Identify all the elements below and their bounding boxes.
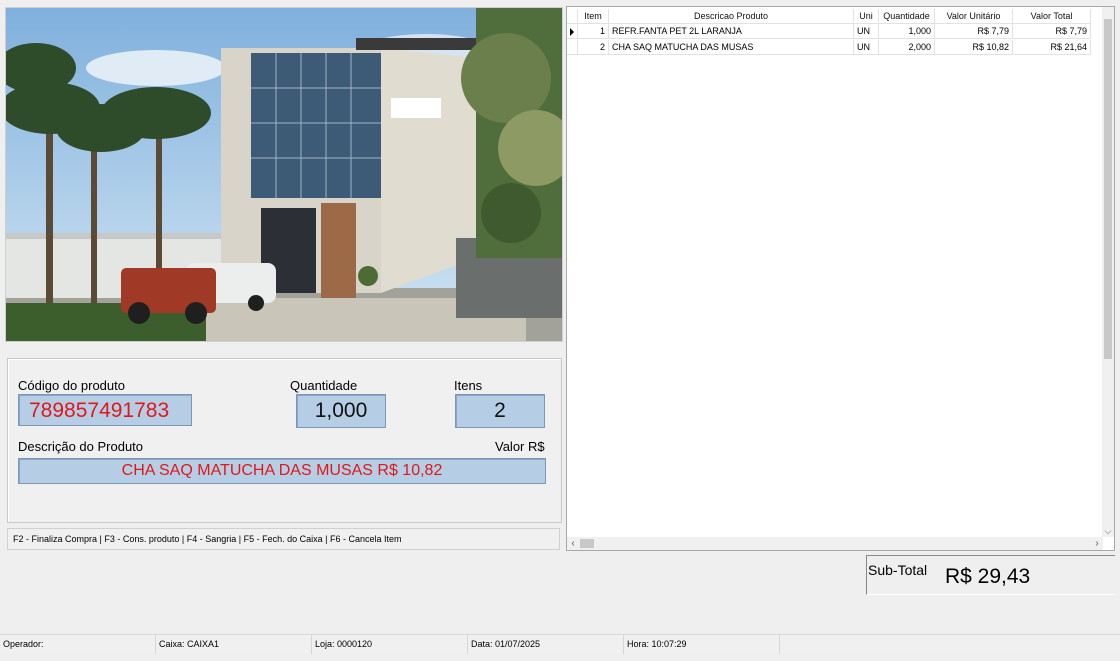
product-code-field[interactable]: 789857491783: [18, 394, 192, 426]
quantity-field[interactable]: 1,000: [296, 394, 386, 428]
row-unit-price: R$ 10,82: [935, 40, 1013, 55]
row-item: 1: [578, 24, 609, 39]
row-indicator: [567, 40, 578, 55]
status-date: Data: 01/07/2025: [468, 635, 624, 654]
status-operator: Operador:: [0, 635, 156, 654]
status-register: Caixa: CAIXA1: [156, 635, 312, 654]
scroll-left-icon[interactable]: ‹: [567, 537, 579, 550]
row-description: CHA SAQ MATUCHA DAS MUSAS: [609, 40, 854, 55]
shortcut-hints: F2 - Finaliza Compra | F3 - Cons. produt…: [7, 528, 560, 550]
row-indicator: [567, 24, 578, 39]
header-item[interactable]: Item: [578, 9, 609, 24]
product-description-label: Descrição do Produto: [18, 439, 144, 454]
pos-window: Código do produto Quantidade Itens 78985…: [0, 0, 1120, 661]
row-total: R$ 21,64: [1013, 40, 1091, 55]
scroll-down-icon[interactable]: ⌵: [1102, 525, 1114, 537]
header-total[interactable]: Valor Total: [1013, 9, 1091, 24]
row-unit-price: R$ 7,79: [935, 24, 1013, 39]
subtotal-label: Sub-Total: [868, 562, 928, 578]
header-quantity[interactable]: Quantidade: [879, 9, 935, 24]
horizontal-scrollbar[interactable]: ‹ ›: [567, 537, 1103, 550]
status-store: Loja: 0000120: [312, 635, 468, 654]
row-quantity: 1,000: [879, 24, 935, 39]
header-description[interactable]: Descricao Produto: [609, 9, 854, 24]
row-unit: UN: [854, 40, 879, 55]
quantity-label: Quantidade: [290, 378, 358, 393]
status-bar: Operador: Caixa: CAIXA1 Loja: 0000120 Da…: [0, 634, 1120, 654]
horizontal-scroll-thumb[interactable]: [580, 539, 594, 548]
subtotal-value: R$ 29,43: [945, 565, 1031, 588]
current-row-arrow-icon: [570, 28, 574, 36]
product-description-field: CHA SAQ MATUCHA DAS MUSAS R$ 10,82: [18, 458, 546, 484]
table-row[interactable]: 2 CHA SAQ MATUCHA DAS MUSAS UN 2,000 R$ …: [567, 40, 1103, 56]
status-time: Hora: 10:07:29: [624, 635, 780, 654]
table-row[interactable]: 1 REFR.FANTA PET 2L LARANJA UN 1,000 R$ …: [567, 24, 1103, 40]
row-total: R$ 7,79: [1013, 24, 1091, 39]
subtotal-box: Sub-Total R$ 29,43: [866, 555, 1115, 595]
header-unit[interactable]: Uni: [854, 9, 879, 24]
product-entry-panel: Código do produto Quantidade Itens 78985…: [7, 358, 562, 523]
grid-header: Item Descricao Produto Uni Quantidade Va…: [567, 9, 1103, 25]
row-quantity: 2,000: [879, 40, 935, 55]
row-description: REFR.FANTA PET 2L LARANJA: [609, 24, 854, 39]
price-label: Valor R$: [495, 439, 545, 454]
header-indicator-cell: [567, 9, 578, 24]
row-unit: UN: [854, 24, 879, 39]
row-item: 2: [578, 40, 609, 55]
vertical-scrollbar[interactable]: ⌵: [1102, 7, 1114, 537]
items-count-field: 2: [455, 394, 545, 428]
items-grid[interactable]: Item Descricao Produto Uni Quantidade Va…: [566, 6, 1115, 551]
scroll-right-icon[interactable]: ›: [1091, 537, 1103, 550]
items-count-label: Itens: [454, 378, 483, 393]
header-unit-price[interactable]: Valor Unitário: [935, 9, 1013, 24]
vertical-scroll-thumb[interactable]: [1104, 19, 1112, 359]
store-photo: [5, 7, 563, 342]
product-code-label: Código do produto: [18, 378, 125, 393]
